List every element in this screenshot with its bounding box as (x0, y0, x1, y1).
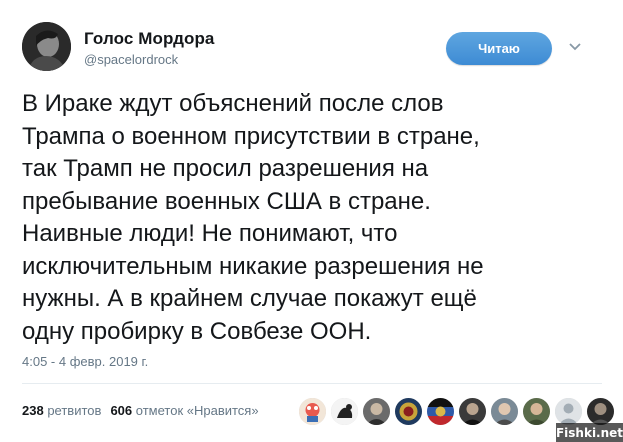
retweets-stat[interactable]: 238 ретвитов (22, 403, 101, 418)
liker-avatar[interactable] (394, 397, 423, 426)
tweet-text-line: нужны. А в крайнем случае покажут ещё (22, 285, 477, 312)
author-avatar-image (22, 22, 71, 71)
likes-count: 606 (110, 403, 133, 418)
liker-avatar[interactable] (298, 397, 327, 426)
retweets-label: ретвитов (47, 403, 102, 418)
tweet-timestamp[interactable]: 4:05 - 4 февр. 2019 г. (22, 354, 148, 369)
tweet-text-line: пребывание военных США в стране. (22, 187, 431, 215)
tweet-text-line: исключительным никакие разрешения не (22, 252, 484, 280)
tweet-text-line: В Ираке ждут объяснений после слов (22, 90, 444, 117)
liker-avatar[interactable] (490, 397, 519, 426)
author-handle[interactable]: @spacelordrock (84, 52, 178, 67)
watermark: Fishki.net (556, 423, 623, 442)
liker-avatar[interactable] (522, 397, 551, 426)
liker-avatar[interactable] (554, 397, 583, 426)
chevron-down-icon[interactable] (568, 42, 582, 52)
tweet-text-line: Трампа о военном присутствии в стране, (22, 122, 480, 150)
tweet-text: В Ираке ждут объяснений после слов Трамп… (22, 88, 607, 348)
liker-avatar[interactable] (330, 397, 359, 426)
liker-avatar[interactable] (586, 397, 615, 426)
retweets-count: 238 (22, 403, 44, 418)
liker-avatar[interactable] (458, 397, 487, 426)
tweet-text-line: одну пробирку в Совбезе ООН. (22, 317, 372, 345)
divider (22, 383, 602, 384)
follow-button[interactable]: Читаю (446, 32, 552, 65)
likes-stat[interactable]: 606 отметок «Нравится» (110, 403, 258, 418)
liker-avatar[interactable] (362, 397, 391, 426)
liker-avatar[interactable] (426, 397, 455, 426)
tweet-text-line: так Трамп не просил разрешения на (22, 155, 429, 182)
likes-label: отметок «Нравится» (135, 403, 259, 418)
author-avatar[interactable] (22, 22, 71, 71)
tweet-stats: 238 ретвитов 606 отметок «Нравится» (22, 403, 259, 418)
tweet-text-line: Наивные люди! Не понимают, что (22, 220, 398, 247)
tweet-card: Голос Мордора @spacelordrock Читаю В Ира… (0, 0, 623, 442)
author-name[interactable]: Голос Мордора (84, 29, 215, 49)
